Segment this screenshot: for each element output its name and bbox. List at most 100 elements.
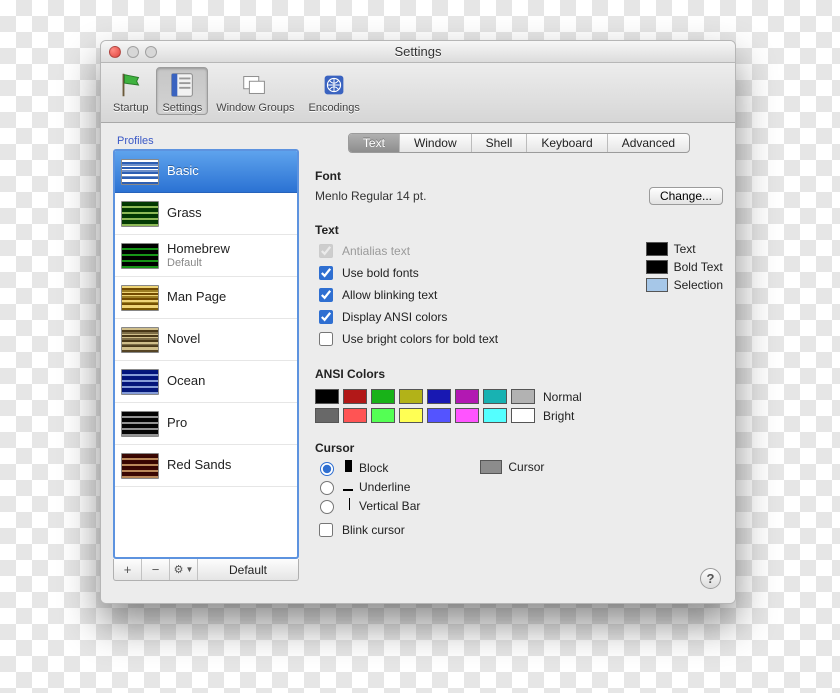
cursor-shape-label: Vertical Bar (359, 499, 420, 513)
ansi-color-well[interactable] (399, 389, 423, 404)
color-well[interactable] (646, 260, 668, 274)
text-option[interactable]: Use bright colors for bold text (315, 329, 498, 349)
ansi-color-well[interactable] (511, 389, 535, 404)
text-option-label: Use bright colors for bold text (342, 332, 498, 346)
gear-icon: ⚙︎ (174, 563, 184, 576)
profile-thumb (121, 285, 159, 311)
tab-text[interactable]: Text (349, 134, 400, 152)
profile-thumb (121, 369, 159, 395)
content: TextWindowShellKeyboardAdvanced Font Men… (315, 133, 723, 589)
cursor-shape-icon (343, 498, 353, 513)
ansi-color-well[interactable] (483, 389, 507, 404)
add-profile-button[interactable]: + (114, 559, 142, 580)
body: Profiles BasicGrassHomebrewDefaultMan Pa… (101, 123, 735, 603)
toolbar-label: Encodings (308, 102, 359, 114)
toolbar-item-window-groups[interactable]: Window Groups (210, 67, 300, 114)
toolbar-item-startup[interactable]: Startup (107, 67, 154, 114)
toolbar-item-encodings[interactable]: Encodings (302, 67, 365, 114)
ansi-color-well[interactable] (399, 408, 423, 423)
color-well-row: Text (646, 241, 723, 257)
color-well-label: Selection (674, 278, 723, 292)
flag-icon (115, 69, 147, 101)
window-close-button[interactable] (109, 46, 121, 58)
ansi-color-well[interactable] (427, 389, 451, 404)
text-option-label: Use bold fonts (342, 266, 419, 280)
cursor-shape-option[interactable]: Vertical Bar (315, 497, 420, 514)
cursor-shapes: Block Underline Vertical Bar (315, 459, 420, 514)
toolbar-label: Startup (113, 102, 148, 114)
ansi-color-well[interactable] (315, 389, 339, 404)
ansi-color-well[interactable] (427, 408, 451, 423)
set-default-button[interactable]: Default (198, 559, 298, 580)
help-glyph: ? (707, 571, 715, 586)
profile-name: Red Sands (167, 458, 231, 472)
text-option-label: Antialias text (342, 244, 410, 258)
color-well-label: Text (674, 242, 696, 256)
ansi-color-well[interactable] (371, 389, 395, 404)
window-zoom-button[interactable] (145, 46, 157, 58)
text-option[interactable]: Use bold fonts (315, 263, 498, 283)
profile-item[interactable]: Pro (115, 403, 297, 445)
ansi-color-well[interactable] (343, 408, 367, 423)
ansi-row: Normal (315, 389, 723, 404)
profile-item[interactable]: Novel (115, 319, 297, 361)
settings-window: Settings Startup Settings Window Groups (100, 40, 736, 604)
text-option[interactable]: Allow blinking text (315, 285, 498, 305)
profile-item[interactable]: Red Sands (115, 445, 297, 487)
font-section-title: Font (315, 169, 723, 183)
cursor-shape-label: Underline (359, 480, 410, 494)
tab-keyboard[interactable]: Keyboard (527, 134, 607, 152)
ansi-color-well[interactable] (483, 408, 507, 423)
ansi-colors: Normal Bright (315, 389, 723, 423)
tab-window[interactable]: Window (400, 134, 472, 152)
ansi-row: Bright (315, 408, 723, 423)
color-well[interactable] (646, 242, 668, 256)
profile-item[interactable]: Ocean (115, 361, 297, 403)
profile-actions-button[interactable]: ⚙︎ ▼ (170, 559, 198, 580)
content-tabs: TextWindowShellKeyboardAdvanced (348, 133, 690, 153)
profile-item[interactable]: Grass (115, 193, 297, 235)
titlebar: Settings (101, 41, 735, 63)
profile-name: Pro (167, 416, 187, 430)
ansi-color-well[interactable] (455, 389, 479, 404)
remove-profile-button[interactable]: − (142, 559, 170, 580)
ansi-color-well[interactable] (371, 408, 395, 423)
profile-item[interactable]: Basic (115, 151, 297, 193)
profile-item[interactable]: Man Page (115, 277, 297, 319)
profile-thumb (121, 159, 159, 185)
window-title: Settings (101, 44, 735, 59)
profile-item[interactable]: HomebrewDefault (115, 235, 297, 277)
color-well[interactable] (646, 278, 668, 292)
profiles-list[interactable]: BasicGrassHomebrewDefaultMan PageNovelOc… (113, 149, 299, 559)
cursor-shape-option[interactable]: Underline (315, 478, 420, 495)
ansi-color-well[interactable] (343, 389, 367, 404)
profile-name: Man Page (167, 290, 226, 304)
tab-advanced[interactable]: Advanced (608, 134, 689, 152)
profile-thumb (121, 243, 159, 269)
profile-thumb (121, 327, 159, 353)
sidebar-header: Profiles (113, 133, 299, 149)
ansi-color-well[interactable] (511, 408, 535, 423)
profile-name: Basic (167, 164, 199, 178)
text-option[interactable]: Display ANSI colors (315, 307, 498, 327)
profile-thumb (121, 453, 159, 479)
toolbar-item-settings[interactable]: Settings (156, 67, 208, 115)
profile-subtitle: Default (167, 257, 230, 269)
cursor-color-well[interactable] (480, 460, 502, 474)
cursor-shape-icon (343, 480, 353, 494)
cursor-shape-icon (343, 460, 353, 475)
ansi-color-well[interactable] (315, 408, 339, 423)
cursor-swatch-label: Cursor (508, 460, 544, 474)
windows-icon (239, 69, 271, 101)
window-minimize-button[interactable] (127, 46, 139, 58)
change-font-button[interactable]: Change... (649, 187, 723, 205)
blink-cursor-checkbox[interactable]: Blink cursor (315, 520, 723, 540)
text-option-label: Allow blinking text (342, 288, 437, 302)
tab-shell[interactable]: Shell (472, 134, 528, 152)
cursor-shape-option[interactable]: Block (315, 459, 420, 476)
help-button[interactable]: ? (700, 568, 721, 589)
blink-cursor-label: Blink cursor (342, 523, 405, 537)
ansi-color-well[interactable] (455, 408, 479, 423)
globe-icon (318, 69, 350, 101)
profile-name: Homebrew (167, 242, 230, 256)
